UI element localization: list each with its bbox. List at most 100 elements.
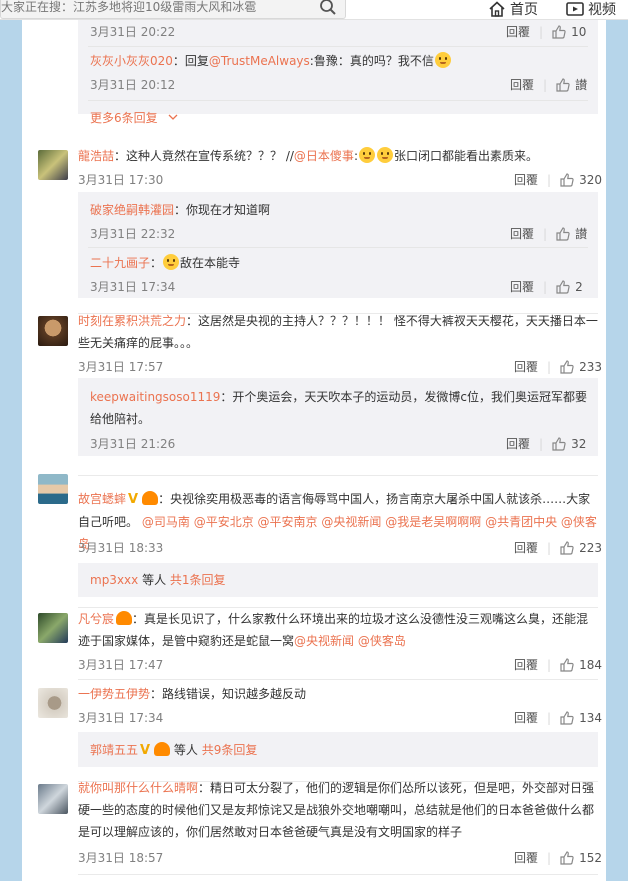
reply-button[interactable]: 回覆 — [510, 225, 534, 242]
like-icon[interactable] — [560, 540, 574, 555]
home-icon — [489, 1, 505, 17]
search-input[interactable]: 大家正在搜：江苏多地将迎10级雷雨大风和冰雹 — [0, 0, 346, 19]
reply-username[interactable]: mp3xxx — [90, 573, 138, 587]
reply-text: 二十九画子： 敌在本能寺 — [90, 254, 241, 270]
reply-button[interactable]: 回覆 — [514, 358, 538, 375]
comment-actions: 回覆 | 233 — [514, 358, 602, 375]
comment-text: 龍浩喆：这种人竟然在宣传系统？？？ //@日本傻事: 张口闭口都能看出素质来。 — [78, 147, 538, 163]
like-count: 184 — [579, 657, 602, 672]
avatar[interactable] — [38, 613, 68, 643]
comment-text: 一伊势五伊势：路线错误，知识越多越反动 — [78, 687, 307, 701]
comment-time: 3月31日 17:34 — [78, 711, 164, 725]
like-label: 讃 — [575, 227, 588, 241]
reply-username[interactable]: keepwaitingsoso1119 — [90, 390, 220, 404]
reply-time: 3月31日 22:32 — [90, 227, 176, 241]
more-replies-link[interactable]: 共1条回复 — [170, 573, 226, 587]
comment-username[interactable]: 龍浩喆 — [78, 149, 114, 163]
mention-link[interactable]: @我是老吴啊啊啊 — [385, 515, 481, 529]
avatar[interactable] — [38, 784, 68, 814]
comment-text: 凡兮宸 ：真是长见识了，什么家教什么环境出来的垃圾才这么没德性没三观嘴这么臭，还能… — [78, 611, 589, 648]
mention-link[interactable]: @侠客岛 — [358, 634, 406, 648]
reply-button[interactable]: 回覆 — [510, 76, 534, 93]
reply-button[interactable]: 回覆 — [514, 656, 538, 673]
reply-button[interactable]: 回覆 — [514, 849, 538, 866]
like-icon[interactable] — [552, 24, 566, 39]
reply-button[interactable]: 回覆 — [510, 278, 534, 295]
nav-home[interactable]: 首页 — [488, 0, 538, 19]
like-label: 讃 — [575, 78, 588, 92]
avatar[interactable] — [38, 688, 68, 718]
emoji-icon — [376, 147, 393, 163]
like-icon[interactable] — [560, 359, 574, 374]
like-icon[interactable] — [560, 657, 574, 672]
avatar[interactable] — [38, 150, 68, 180]
more-replies-link[interactable]: 更多6条回复 — [90, 109, 179, 126]
mention-link[interactable]: @司马南 — [142, 515, 190, 529]
comment-time: 3月31日 18:33 — [78, 541, 164, 555]
comment-username[interactable]: 一伊势五伊势 — [78, 687, 150, 701]
comment-panel: 3月31日 20:22 回覆 | 10 灰灰小灰灰020：回复@TrustMeAl… — [22, 20, 606, 881]
nav-home-label: 首页 — [510, 2, 538, 18]
reply-button[interactable]: 回覆 — [514, 171, 538, 188]
verified-badge-icon: V — [128, 492, 139, 507]
reply-text: 破家绝嗣韩灌园：你现在才知道啊 — [90, 203, 271, 217]
comment-username[interactable]: 就你叫那什么什么晴啊 — [78, 781, 198, 795]
divider — [78, 475, 598, 476]
comment-actions: 回覆 | 184 — [514, 656, 602, 673]
reply-username[interactable]: 破家绝嗣韩灌园 — [90, 203, 174, 217]
like-icon[interactable] — [560, 172, 574, 187]
reply-time: 3月31日 17:34 — [90, 280, 176, 294]
mention-link[interactable]: @央视新闻 — [294, 634, 354, 648]
fan-badge-icon — [154, 742, 171, 756]
reply-username[interactable]: 灰灰小灰灰020 — [90, 54, 173, 68]
mention-link[interactable]: @共青团中央 — [485, 515, 557, 529]
reply-actions: 回覆 | 32 — [506, 435, 587, 452]
comment-actions: 回覆 | 223 — [514, 539, 602, 556]
mention-link[interactable]: @央视新闻 — [321, 515, 381, 529]
like-count: 223 — [579, 540, 602, 555]
divider — [88, 247, 588, 248]
reply-username[interactable]: 郭靖五五 — [90, 743, 138, 757]
reply-button[interactable]: 回覆 — [514, 709, 538, 726]
like-icon[interactable] — [556, 226, 570, 241]
like-count: 233 — [579, 359, 602, 374]
comment-username[interactable]: 凡兮宸 — [78, 612, 114, 626]
comment-text: 就你叫那什么什么晴啊：精日可太分裂了，他们的逻辑是你们怂所以该死，但是吧，外交部… — [78, 781, 595, 839]
reply-summary: mp3xxx 等人 共1条回复 — [90, 573, 226, 587]
reply-username[interactable]: 二十九画子 — [90, 256, 150, 270]
avatar[interactable] — [38, 474, 68, 504]
fan-badge-icon — [116, 611, 133, 625]
reply-text: keepwaitingsoso1119：开个奥运会，天天吹本子的运动员，发微博c… — [90, 390, 588, 426]
reply-button[interactable]: 回覆 — [506, 23, 530, 40]
search-icon[interactable] — [319, 0, 337, 16]
divider — [88, 46, 588, 47]
mention-link[interactable]: @日本傻事 — [294, 149, 354, 163]
mention-link[interactable]: @平安北京 — [194, 515, 254, 529]
comment-username[interactable]: 时刻在累积洪荒之力 — [78, 314, 186, 328]
like-icon[interactable] — [556, 279, 570, 294]
comment-actions: 回覆 | 320 — [514, 171, 602, 188]
comment-text: 时刻在累积洪荒之力：这居然是央视的主持人？？？！！！ 怪不得大裤衩天天樱花，天天… — [78, 314, 598, 350]
emoji-icon — [163, 254, 180, 270]
mention-link[interactable]: @TrustMeAlways — [209, 54, 310, 68]
emoji-icon — [434, 52, 451, 68]
avatar[interactable] — [38, 316, 68, 346]
comment-time: 3月31日 17:47 — [78, 658, 164, 672]
like-count: 32 — [571, 436, 587, 451]
like-count: 10 — [571, 24, 587, 39]
mention-link[interactable]: @平安南京 — [258, 515, 318, 529]
reply-button[interactable]: 回覆 — [514, 539, 538, 556]
reply-actions: 回覆 | 2 — [510, 278, 583, 295]
reply-actions: 回覆 | 10 — [506, 23, 587, 40]
nav-video[interactable]: 视频 — [566, 0, 616, 19]
more-replies-link[interactable]: 共9条回复 — [202, 743, 258, 757]
reply-actions: 回覆 | 讃 — [510, 225, 588, 242]
like-icon[interactable] — [552, 436, 566, 451]
comment-username[interactable]: 故宫蟋蟀 — [78, 492, 126, 506]
like-icon[interactable] — [560, 710, 574, 725]
reply-button[interactable]: 回覆 — [506, 435, 530, 452]
emoji-icon — [358, 147, 375, 163]
like-icon[interactable] — [556, 77, 570, 92]
search-placeholder: 大家正在搜：江苏多地将迎10级雷雨大风和冰雹 — [1, 0, 257, 14]
like-icon[interactable] — [560, 850, 574, 865]
